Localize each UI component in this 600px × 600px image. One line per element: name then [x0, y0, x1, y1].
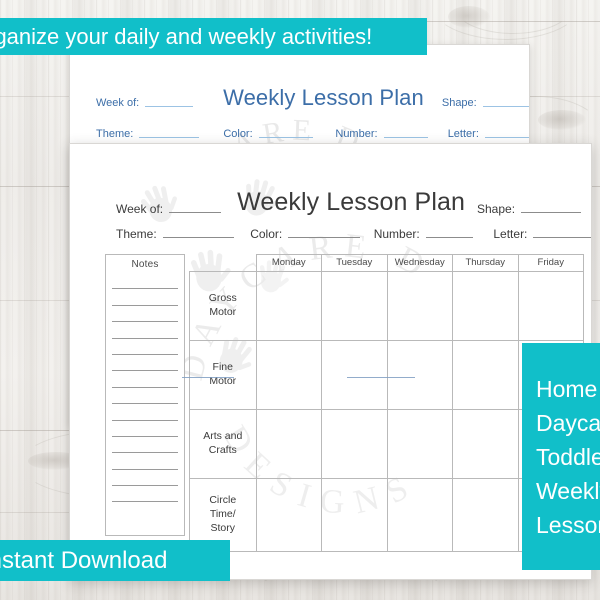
lesson-plan-sheet-front[interactable]: DAYCARE D DESIGNS Week of: Weekly Lesson…: [69, 143, 592, 580]
top-promo-banner: Organize your daily and weekly activitie…: [0, 18, 427, 55]
field-rule-week-of[interactable]: [145, 105, 194, 107]
right-promo-line: Daycare: [536, 409, 600, 436]
notes-label-front: Notes: [131, 259, 159, 270]
notes-rule-line[interactable]: [112, 289, 178, 306]
schedule-cell[interactable]: [452, 409, 519, 479]
table-row[interactable]: Gross Motor: [189, 271, 584, 341]
notes-rule-line[interactable]: [112, 486, 178, 503]
field-label-shape: Shape:: [441, 97, 477, 109]
notes-rule-line[interactable]: [112, 371, 178, 388]
notes-rule-line[interactable]: [112, 388, 178, 405]
field-rule-theme[interactable]: [162, 236, 235, 238]
field-rule-color[interactable]: [258, 136, 314, 138]
notes-rule-line[interactable]: [112, 322, 178, 339]
product-listing-image: DAYCARE D DESIGNS Week of: Weekly Lesson…: [0, 0, 600, 600]
row-label-arts-and-crafts: Arts and Crafts: [189, 409, 257, 479]
field-rule-shape[interactable]: [482, 105, 529, 107]
field-label-theme: Theme:: [116, 227, 157, 241]
table-header-row: Monday Tuesday Wednesday Thursday Friday: [189, 254, 584, 272]
notes-rule-line[interactable]: [112, 421, 178, 437]
schedule-cell[interactable]: [255, 340, 322, 410]
notes-rule-line[interactable]: [112, 437, 178, 454]
instant-download-text: Instant Download: [0, 547, 168, 574]
table-header-tuesday: Tuesday: [321, 254, 388, 272]
field-label-color: Color:: [223, 128, 253, 140]
notes-lines-front[interactable]: [106, 270, 184, 503]
table-corner-cell: [189, 254, 257, 272]
notes-box-front[interactable]: Notes: [105, 254, 185, 536]
schedule-cell[interactable]: [321, 271, 388, 341]
field-rule-week-of[interactable]: [169, 211, 222, 213]
stray-line: [182, 377, 234, 378]
schedule-cell[interactable]: [386, 478, 453, 552]
schedule-cell[interactable]: [321, 340, 388, 410]
schedule-cell[interactable]: [255, 271, 322, 341]
notes-rule-line[interactable]: [112, 453, 178, 470]
top-promo-text: Organize your daily and weekly activitie…: [0, 24, 373, 49]
stray-line: [347, 377, 415, 378]
right-promo-line: Toddler: [536, 443, 600, 470]
schedule-cell[interactable]: [517, 271, 584, 341]
field-rule-number[interactable]: [383, 136, 428, 138]
field-label-number: Number:: [373, 227, 420, 241]
field-rule-color[interactable]: [288, 236, 360, 238]
schedule-cell[interactable]: [255, 409, 322, 479]
wood-knot: [448, 6, 490, 28]
schedule-cell[interactable]: [386, 271, 453, 341]
sheet-title-front: Weekly Lesson Plan: [237, 188, 465, 216]
row-label-fine-motor: Fine Motor: [189, 340, 257, 410]
table-header-thursday: Thursday: [452, 254, 519, 272]
right-promo-line: Home: [536, 375, 598, 402]
bottom-promo-banner: Instant Download: [0, 540, 230, 581]
notes-rule-line[interactable]: [112, 470, 178, 487]
field-rule-shape[interactable]: [521, 211, 582, 213]
right-promo-line: Weekly: [536, 477, 600, 504]
schedule-cell[interactable]: [452, 340, 519, 410]
field-label-week-of: Week of:: [116, 202, 164, 216]
schedule-cell[interactable]: [321, 409, 388, 479]
notes-rule-line[interactable]: [112, 355, 178, 372]
notes-rule-line[interactable]: [112, 339, 178, 355]
schedule-cell[interactable]: [452, 271, 519, 341]
field-label-week-of: Week of:: [96, 97, 140, 109]
field-rule-letter[interactable]: [484, 136, 529, 138]
field-label-theme: Theme:: [96, 128, 134, 140]
field-rule-theme[interactable]: [139, 136, 200, 138]
field-rule-number[interactable]: [425, 236, 474, 238]
schedule-cell[interactable]: [321, 478, 388, 552]
schedule-cell[interactable]: [386, 340, 453, 410]
table-header-monday: Monday: [255, 254, 322, 272]
row-label-gross-motor: Gross Motor: [189, 271, 257, 341]
field-label-color: Color:: [250, 227, 283, 241]
field-label-shape: Shape:: [477, 202, 516, 216]
sheet-title-back: Weekly Lesson Plan: [223, 85, 424, 110]
field-rule-letter[interactable]: [533, 236, 591, 238]
wood-knot: [538, 110, 586, 130]
field-label-letter: Letter:: [447, 128, 479, 140]
right-promo-line: Lesson Plan: [536, 511, 600, 538]
notes-rule-line[interactable]: [112, 404, 178, 421]
field-label-letter: Letter:: [493, 227, 528, 241]
table-header-friday: Friday: [517, 254, 584, 272]
notes-rule-line[interactable]: [112, 306, 178, 323]
right-promo-banner: Home Daycare Toddler Weekly Lesson Plan: [522, 343, 600, 570]
field-label-number: Number:: [335, 128, 378, 140]
schedule-cell[interactable]: [386, 409, 453, 479]
schedule-cell[interactable]: [255, 478, 322, 552]
notes-rule-line[interactable]: [112, 273, 178, 290]
schedule-cell[interactable]: [452, 478, 519, 552]
table-header-wednesday: Wednesday: [386, 254, 453, 272]
